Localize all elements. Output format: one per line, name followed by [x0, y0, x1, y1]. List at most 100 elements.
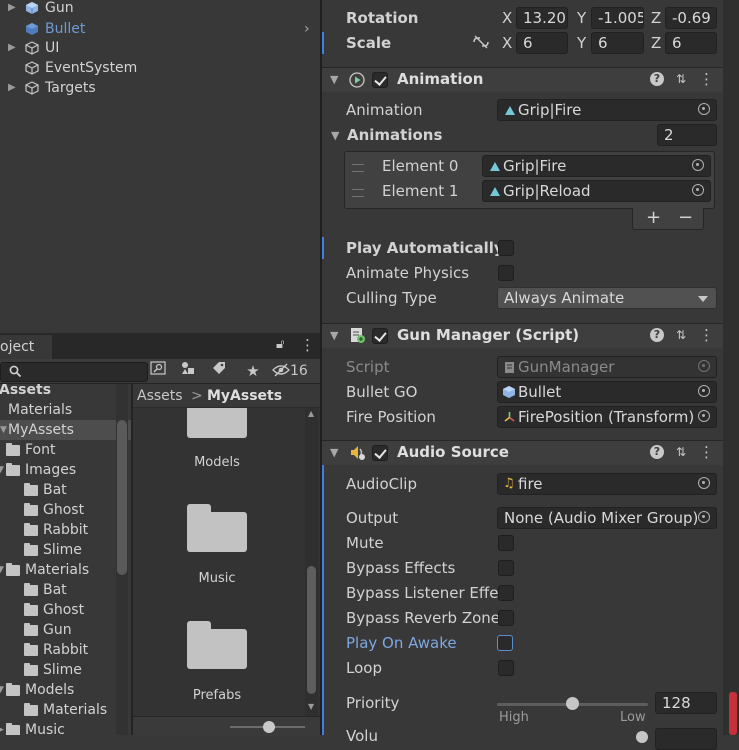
tree-item-materials[interactable]: Materials: [0, 400, 131, 420]
bypass-listener-effects-checkbox[interactable]: [498, 585, 514, 601]
volume-field[interactable]: [655, 728, 717, 750]
axis-y-label[interactable]: Y: [577, 34, 586, 52]
loop-checkbox[interactable]: [498, 660, 514, 676]
unlink-icon[interactable]: [472, 35, 490, 49]
animate-physics-checkbox[interactable]: [498, 265, 514, 281]
volume-slider-handle[interactable]: [636, 731, 648, 743]
bypass-effects-checkbox[interactable]: [498, 560, 514, 576]
scroll-up-icon[interactable]: ▲: [308, 409, 314, 418]
expand-arrow-icon[interactable]: ▼: [0, 420, 7, 440]
audio-source-component-header[interactable]: ▼ Audio Source ? ⇅ ⋮: [322, 440, 723, 465]
rotation-y-field[interactable]: -1.005: [591, 7, 644, 29]
presets-icon[interactable]: ⇅: [674, 445, 688, 459]
rotation-z-field[interactable]: -0.69: [665, 7, 717, 29]
scale-y-field[interactable]: 6: [591, 32, 644, 54]
animation-object-field[interactable]: Grip|Fire: [497, 99, 717, 121]
add-element-button[interactable]: +: [646, 208, 661, 228]
scale-z-field[interactable]: 6: [665, 32, 717, 54]
help-icon[interactable]: ?: [650, 328, 664, 342]
lock-icon[interactable]: 🔓︎: [276, 337, 284, 352]
hierarchy-item-ui[interactable]: ▶ UI: [0, 38, 320, 58]
hierarchy-item-targets[interactable]: ▶ Targets: [0, 78, 320, 98]
tree-item-assets[interactable]: Assets: [0, 384, 131, 400]
rotation-x-field[interactable]: 13.20: [516, 7, 568, 29]
folder-music[interactable]: [187, 504, 247, 552]
icon-size-slider-handle[interactable]: [263, 721, 275, 733]
axis-x-label[interactable]: X: [502, 9, 512, 27]
expand-arrow-icon[interactable]: ▶: [8, 78, 16, 98]
object-picker-icon[interactable]: [692, 159, 704, 171]
object-picker-icon[interactable]: [698, 385, 710, 397]
more-menu-icon[interactable]: ⋮: [699, 445, 714, 460]
gun-manager-component-header[interactable]: ▼ Gun Manager (Script) ? ⇅ ⋮: [322, 323, 723, 348]
tree-item-materials-3[interactable]: Materials: [0, 700, 131, 720]
mute-checkbox[interactable]: [498, 535, 514, 551]
gun-manager-enabled-checkbox[interactable]: [372, 328, 388, 344]
collapse-arrow-icon[interactable]: ▼: [330, 329, 338, 342]
breadcrumb-root[interactable]: Assets: [137, 385, 183, 407]
drag-handle-icon[interactable]: [352, 164, 364, 172]
priority-field[interactable]: 128: [655, 692, 717, 714]
more-menu-icon[interactable]: ⋮: [300, 336, 315, 354]
output-object-field[interactable]: None (Audio Mixer Group): [497, 507, 717, 529]
object-picker-icon[interactable]: [692, 184, 704, 196]
tree-item-rabbit[interactable]: Rabbit: [0, 520, 131, 540]
hierarchy-item-bullet[interactable]: Bullet ›: [0, 19, 320, 39]
search-scene-button[interactable]: [145, 361, 171, 381]
object-picker-icon[interactable]: [698, 410, 710, 422]
animation-component-header[interactable]: ▼ Animation ? ⇅ ⋮: [322, 67, 723, 92]
tree-item-music[interactable]: ▶ Music: [0, 720, 131, 735]
tree-item-ghost[interactable]: Ghost: [0, 500, 131, 520]
grid-scrollbar-thumb[interactable]: [307, 566, 316, 694]
object-picker-icon[interactable]: [698, 511, 710, 523]
bullet-go-object-field[interactable]: Bullet: [497, 381, 717, 403]
hierarchy-item-eventsystem[interactable]: EventSystem: [0, 58, 320, 78]
breadcrumb-current[interactable]: MyAssets: [207, 385, 282, 407]
tree-item-slime-2[interactable]: Slime: [0, 660, 131, 680]
play-on-awake-checkbox[interactable]: [497, 635, 513, 651]
chevron-right-icon[interactable]: ›: [304, 19, 310, 39]
expand-arrow-icon[interactable]: ▶: [8, 38, 16, 58]
tree-item-rabbit-2[interactable]: Rabbit: [0, 640, 131, 660]
expand-arrow-icon[interactable]: ▶: [8, 0, 16, 18]
tab-project[interactable]: oject: [0, 335, 52, 359]
tree-item-materials-2[interactable]: ▼ Materials: [0, 560, 131, 580]
hidden-packages-button[interactable]: 16: [272, 361, 318, 381]
tree-item-models[interactable]: ▼ Models: [0, 680, 131, 700]
tree-item-ghost-2[interactable]: Ghost: [0, 600, 131, 620]
audio-source-enabled-checkbox[interactable]: [372, 445, 388, 461]
folder-models[interactable]: [187, 408, 247, 438]
expand-arrow-icon[interactable]: ▼: [0, 560, 4, 580]
axis-z-label[interactable]: Z: [651, 34, 661, 52]
help-icon[interactable]: ?: [650, 445, 664, 459]
axis-z-label[interactable]: Z: [651, 9, 661, 27]
inspector-scrollbar-track[interactable]: [723, 0, 739, 735]
collapse-arrow-icon[interactable]: ▼: [331, 129, 339, 142]
element-0-object-field[interactable]: Grip|Fire: [482, 155, 711, 177]
remove-element-button[interactable]: −: [678, 208, 693, 228]
expand-arrow-icon[interactable]: ▼: [0, 680, 4, 700]
animations-size-field[interactable]: 2: [657, 124, 717, 146]
presets-icon[interactable]: ⇅: [674, 328, 688, 342]
help-icon[interactable]: ?: [650, 72, 664, 86]
presets-icon[interactable]: ⇅: [674, 72, 688, 86]
folder-prefabs[interactable]: [187, 621, 247, 669]
favorite-button[interactable]: ★: [240, 361, 266, 381]
animation-enabled-checkbox[interactable]: [372, 72, 388, 88]
tree-item-font[interactable]: Font: [0, 440, 131, 460]
play-automatically-checkbox[interactable]: [498, 240, 514, 256]
filter-by-type-button[interactable]: [175, 361, 201, 381]
collapse-arrow-icon[interactable]: ▼: [330, 73, 338, 86]
axis-x-label[interactable]: X: [502, 34, 512, 52]
filter-by-label-button[interactable]: [206, 361, 232, 381]
culling-type-dropdown[interactable]: Always Animate: [497, 287, 717, 309]
axis-y-label[interactable]: Y: [577, 9, 586, 27]
object-picker-icon[interactable]: [698, 103, 710, 115]
object-picker-icon[interactable]: [698, 477, 710, 489]
more-menu-icon[interactable]: ⋮: [699, 72, 714, 87]
search-input[interactable]: [0, 362, 148, 382]
collapse-arrow-icon[interactable]: ▼: [330, 446, 338, 459]
scroll-down-icon[interactable]: ▼: [308, 702, 314, 711]
tree-item-bat-2[interactable]: Bat: [0, 580, 131, 600]
tree-item-images[interactable]: ▼ Images: [0, 460, 131, 480]
